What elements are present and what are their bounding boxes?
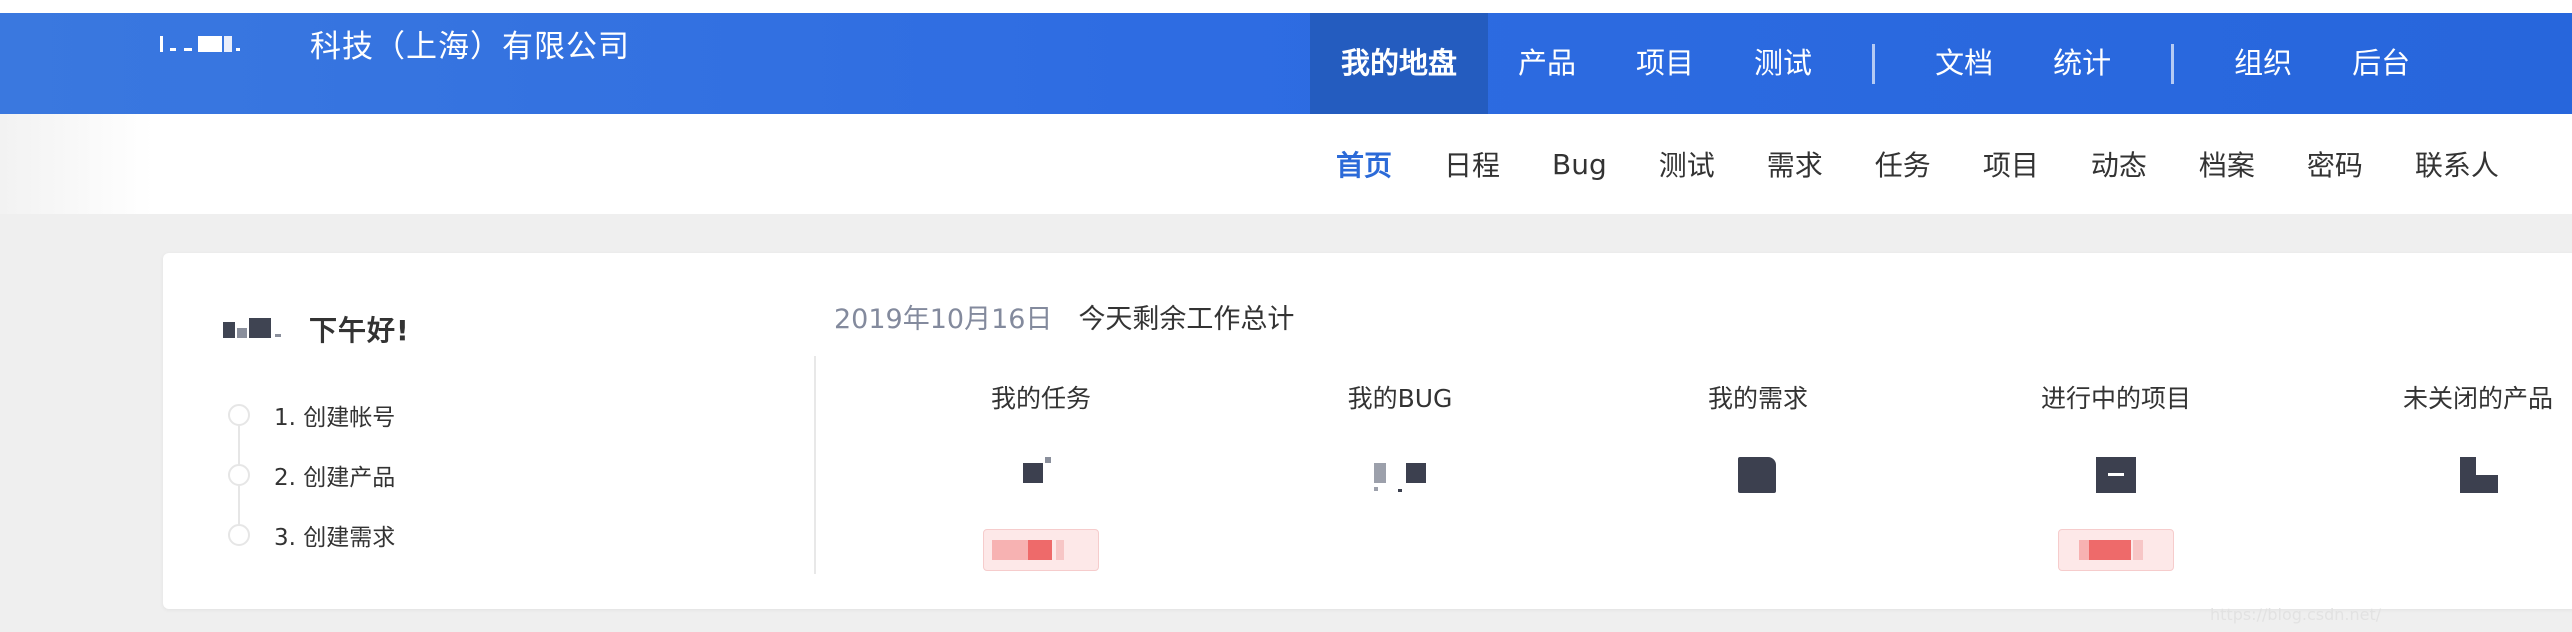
- subnav-dynamic[interactable]: 动态: [2065, 144, 2173, 184]
- subnav-task[interactable]: 任务: [1849, 144, 1957, 184]
- subnav-password[interactable]: 密码: [2281, 144, 2389, 184]
- stat-label: 未关闭的产品: [2402, 384, 2553, 413]
- stat-open-products[interactable]: 未关闭的产品: [2328, 253, 2572, 609]
- dashboard-card: 下午好! 1. 创建帐号 2. 创建产品 3. 创建需求 2019年10月16日…: [163, 253, 2572, 609]
- nav-company[interactable]: 组织: [2204, 13, 2322, 114]
- redacted-count-mask: [1736, 453, 1780, 493]
- subnav-project[interactable]: 项目: [1957, 144, 2065, 184]
- stat-label: 进行中的项目: [2040, 384, 2191, 413]
- stat-active-projects[interactable]: 进行中的项目: [1966, 253, 2266, 609]
- redacted-count-mask: [1372, 453, 1428, 493]
- step-circle-icon: [228, 524, 250, 546]
- step-circle-icon: [228, 464, 250, 486]
- nav-report[interactable]: 统计: [2023, 13, 2141, 114]
- redacted-count-mask: [1021, 453, 1061, 493]
- nav-divider: [2171, 43, 2175, 84]
- step-circle-icon: [228, 404, 250, 426]
- sub-nav: 首页 日程 Bug 测试 需求 任务 项目 动态 档案 密码 联系人: [1310, 114, 2525, 214]
- stat-label: 我的BUG: [1347, 384, 1453, 413]
- redacted-count-mask: [2094, 453, 2138, 493]
- nav-doc[interactable]: 文档: [1905, 13, 2023, 114]
- subnav-calendar[interactable]: 日程: [1418, 144, 1526, 184]
- subnav-bug[interactable]: Bug: [1526, 148, 1633, 181]
- top-strip: [0, 0, 2572, 13]
- subnav-contacts[interactable]: 联系人: [2389, 144, 2525, 184]
- subnav-test[interactable]: 测试: [1633, 144, 1741, 184]
- brand[interactable]: 科技（上海）有限公司: [160, 13, 630, 73]
- sub-nav-bar: 首页 日程 Bug 测试 需求 任务 项目 动态 档案 密码 联系人: [0, 114, 2572, 214]
- stat-badge: [2058, 529, 2174, 571]
- nav-my-dashboard[interactable]: 我的地盘: [1310, 13, 1489, 114]
- nav-product[interactable]: 产品: [1488, 13, 1606, 114]
- company-name: 科技（上海）有限公司: [310, 28, 630, 65]
- stat-my-bugs[interactable]: 我的BUG: [1250, 253, 1550, 609]
- stat-badge: [983, 529, 1099, 571]
- main-nav: 我的地盘 产品 项目 测试 文档 统计 组织 后台: [1310, 13, 2440, 114]
- stat-label: 我的需求: [1707, 384, 1808, 413]
- nav-project[interactable]: 项目: [1606, 13, 1724, 114]
- stat-my-tasks[interactable]: 我的任务: [891, 253, 1191, 609]
- nav-test[interactable]: 测试: [1724, 13, 1842, 114]
- subnav-story[interactable]: 需求: [1741, 144, 1849, 184]
- nav-admin[interactable]: 后台: [2322, 13, 2440, 114]
- redacted-count-mask: [2456, 453, 2500, 493]
- nav-divider: [1872, 43, 1876, 84]
- summary-stats: 我的任务 我的BUG 我的需求 进行中的项目 未关闭的产品: [163, 253, 2572, 609]
- subnav-profile[interactable]: 档案: [2173, 144, 2281, 184]
- stat-label: 我的任务: [990, 384, 1091, 413]
- stat-my-stories[interactable]: 我的需求: [1608, 253, 1908, 609]
- top-header: 科技（上海）有限公司 我的地盘 产品 项目 测试 文档 统计 组织 后台: [0, 13, 2572, 114]
- subnav-home[interactable]: 首页: [1310, 144, 1418, 184]
- watermark: https://blog.csdn.net/: [2210, 605, 2382, 624]
- redacted-logo-mask: [160, 29, 290, 57]
